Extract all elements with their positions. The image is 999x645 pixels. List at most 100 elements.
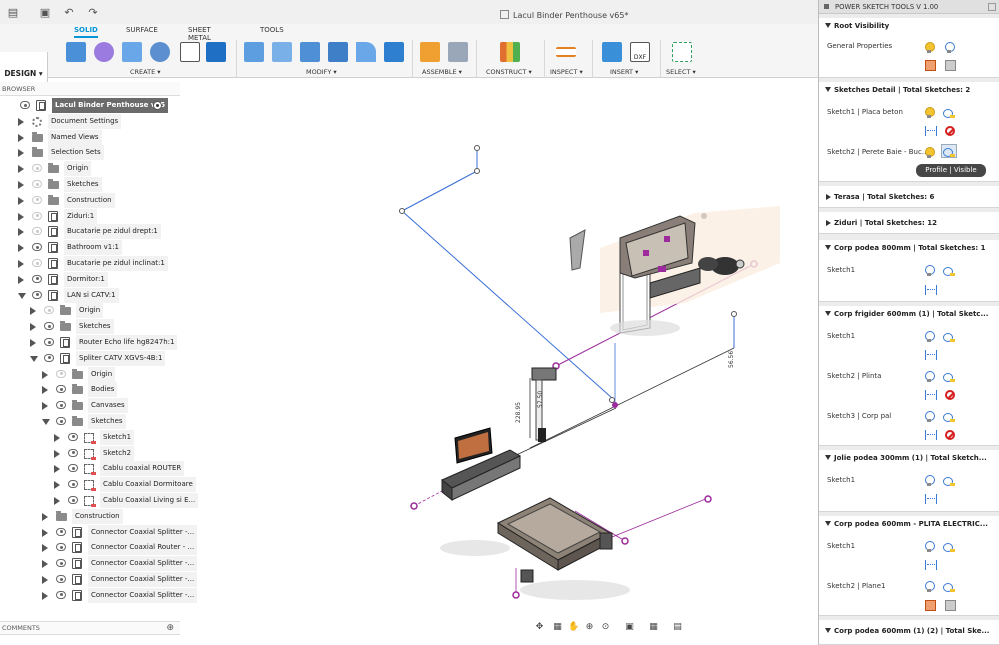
draft-icon[interactable] [356, 42, 376, 62]
eye-icon[interactable] [32, 180, 42, 188]
browser-tree-row[interactable]: Cablu coaxial ROUTER [0, 461, 185, 477]
viewports-icon[interactable]: ▤ [672, 622, 683, 633]
sketch-visibility-icon[interactable] [943, 542, 955, 552]
tab-surface[interactable]: SURFACE [126, 26, 158, 38]
bathroom-model[interactable] [569, 206, 780, 334]
browser-tree-row[interactable]: Origin [0, 303, 180, 319]
orange-cube-icon[interactable] [925, 600, 936, 611]
lightbulb-off-icon[interactable] [925, 541, 935, 552]
lightbulb-off-icon[interactable] [925, 475, 935, 486]
browser-tree-row[interactable]: Document Settings [0, 113, 180, 129]
lightbulb-off-icon[interactable] [925, 411, 935, 422]
orbit-icon[interactable]: ✥ [534, 622, 545, 633]
eye-icon[interactable] [32, 274, 42, 283]
tab-solid[interactable]: SOLID [74, 26, 98, 38]
profile-icon[interactable] [925, 390, 937, 400]
expand-triangle-icon[interactable] [42, 370, 48, 379]
new-component-assemble-icon[interactable] [420, 42, 440, 62]
chamfer-icon[interactable] [300, 42, 320, 62]
expand-triangle-icon[interactable] [42, 402, 48, 411]
offset-plane-icon[interactable] [500, 42, 520, 62]
save-icon[interactable]: ▣ [36, 6, 54, 20]
profile-icon[interactable] [925, 285, 937, 295]
section-header[interactable]: Corp frigider 600mm (1) | Total Sketc... [819, 306, 999, 322]
orange-cube-icon[interactable] [925, 60, 936, 71]
eye-icon[interactable] [32, 243, 42, 252]
sketch-visibility-icon[interactable] [943, 412, 955, 422]
eye-icon[interactable] [56, 369, 66, 378]
browser-tree-row[interactable]: Canvases [0, 398, 180, 414]
browser-tree-row[interactable]: Named Views [0, 129, 180, 145]
pan-icon[interactable]: ✋ [568, 622, 579, 633]
browser-tree-row[interactable]: Connector Coaxial Splitter -... [0, 572, 198, 587]
browser-tree-row[interactable]: Construction [0, 192, 180, 208]
eye-icon[interactable] [56, 559, 66, 568]
browser-tree-row[interactable]: Bodies [0, 382, 180, 398]
profile-icon[interactable] [925, 126, 937, 136]
canvas-viewport[interactable]: 56.56 57.50 228.95 [180, 78, 818, 618]
prohibited-icon[interactable] [945, 126, 955, 136]
expand-triangle-icon[interactable] [18, 117, 24, 126]
eye-icon[interactable] [32, 164, 42, 173]
lightbulb-off-icon[interactable] [925, 371, 935, 382]
profile-visible-button[interactable] [941, 144, 957, 158]
sketch-visibility-icon[interactable] [943, 332, 955, 342]
combine-icon[interactable] [384, 42, 404, 62]
expand-triangle-icon[interactable] [18, 165, 24, 174]
insert-dxf-icon[interactable]: DXF [630, 42, 650, 62]
browser-tree-row[interactable]: Sketch2 [0, 445, 180, 461]
section-header[interactable]: Corp podea 600mm (1) (2) | Total Ske... [819, 623, 999, 639]
eye-icon[interactable] [56, 401, 66, 410]
fit-icon[interactable]: ⊙ [600, 622, 611, 633]
eye-icon[interactable] [68, 496, 78, 504]
expand-triangle-icon[interactable] [42, 386, 48, 395]
lightbulb-off-icon[interactable] [945, 42, 955, 53]
browser-header[interactable]: BROWSER [0, 82, 180, 96]
gray-box-icon[interactable] [945, 600, 956, 611]
browser-tree-row[interactable]: Dormitor:1 [0, 271, 180, 287]
profile-icon[interactable] [925, 430, 937, 440]
eye-icon[interactable] [32, 195, 42, 204]
browser-tree-row[interactable]: Bucatarie pe zidul inclinat:1 [0, 256, 180, 271]
expand-triangle-icon[interactable] [18, 196, 24, 205]
lightbulb-on-icon[interactable] [925, 107, 935, 118]
sketch-visibility-icon[interactable] [943, 266, 955, 276]
expand-triangle-icon[interactable] [42, 591, 48, 600]
eye-icon[interactable] [56, 590, 66, 599]
tv-cabinet-model[interactable] [441, 427, 522, 502]
browser-tree-row[interactable]: Origin [0, 161, 180, 177]
redo-icon[interactable]: ↷ [84, 6, 102, 20]
expand-triangle-icon[interactable] [30, 339, 36, 347]
gray-box-icon[interactable] [945, 60, 956, 71]
eye-icon[interactable] [56, 543, 66, 552]
section-header[interactable]: Terasa | Total Sketches: 6 [819, 189, 999, 205]
press-pull-icon[interactable] [244, 42, 264, 62]
grid-icon[interactable]: ▦ [648, 622, 659, 633]
browser-tree-row[interactable]: Cablu Coaxial Dormitoare [0, 477, 196, 493]
expand-triangle-icon[interactable] [18, 260, 24, 268]
collapse-triangle-icon[interactable] [42, 419, 50, 425]
finish-sketch-icon[interactable] [206, 42, 226, 62]
zoom-icon[interactable]: ⊕ [584, 622, 595, 633]
joint-icon[interactable] [448, 42, 468, 62]
lightbulb-on-icon[interactable] [925, 147, 935, 158]
expand-triangle-icon[interactable] [18, 181, 24, 189]
prohibited-icon[interactable] [945, 390, 955, 400]
revolve-icon[interactable] [150, 42, 170, 62]
eye-icon[interactable] [68, 432, 78, 441]
expand-triangle-icon[interactable] [18, 133, 24, 142]
sketch-visibility-icon[interactable] [943, 108, 955, 118]
browser-tree-row[interactable]: Ziduri:1 [0, 208, 180, 224]
expand-triangle-icon[interactable] [30, 323, 36, 332]
fillet-icon[interactable] [272, 42, 292, 62]
eye-icon[interactable] [44, 322, 54, 331]
panel-title[interactable]: POWER SKETCH TOOLS V 1.00 [819, 0, 999, 14]
comments-bar[interactable]: COMMENTS ⊕ [0, 621, 180, 635]
extrude-icon[interactable] [122, 42, 142, 62]
browser-tree-row[interactable]: Connector Coaxial Splitter -... [0, 556, 198, 572]
shower-tray-model[interactable] [496, 497, 613, 583]
browser-tree-row[interactable]: Sketch1 [0, 429, 180, 445]
section-header[interactable]: Ziduri | Total Sketches: 12 [819, 215, 999, 231]
section-header[interactable]: Corp podea 600mm - PLITA ELECTRIC... [819, 516, 999, 532]
expand-triangle-icon[interactable] [18, 275, 24, 284]
